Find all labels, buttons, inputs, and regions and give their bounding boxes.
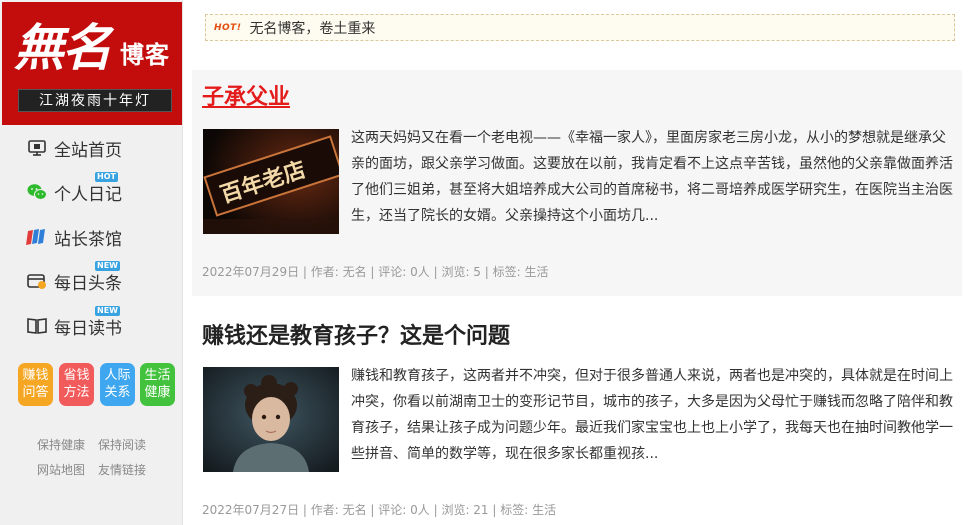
new-badge: NEW (95, 261, 120, 271)
category-save-money[interactable]: 省钱 方法 (59, 363, 94, 406)
books-icon (26, 226, 48, 248)
link-friend-links[interactable]: 友情链接 (98, 461, 146, 478)
article-thumbnail[interactable]: 百年老店 (203, 129, 339, 234)
hot-badge: HOT (95, 172, 118, 182)
link-stay-healthy[interactable]: 保持健康 (37, 436, 85, 453)
article-title[interactable]: 子承父业 (202, 79, 290, 111)
nav-item-teahouse[interactable]: 站长茶馆 (26, 223, 122, 251)
nav-item-diary[interactable]: 个人日记 HOT (26, 172, 122, 206)
nav-item-label: 站长茶馆 (54, 229, 122, 250)
article-excerpt: 这两天妈妈又在看一个老电视——《幸福一家人》，里面房家老三房小龙，从小的梦想就是… (351, 130, 953, 224)
nav-item-home[interactable]: 全站首页 (26, 134, 122, 162)
card-icon (26, 270, 48, 292)
category-line2: 关系 (104, 385, 131, 400)
category-line1: 生活 (144, 368, 171, 383)
category-line2: 方法 (63, 385, 90, 400)
article-excerpt: 赚钱和教育孩子，这两者并不冲突，但对于很多普通人来说，两者也是冲突的，具体就是在… (351, 368, 953, 462)
monitor-icon (26, 137, 48, 159)
article-meta: 2022年07月27日 | 作者: 无名 | 评论: 0人 | 浏览: 21 |… (202, 503, 557, 517)
article-thumbnail[interactable] (203, 367, 339, 472)
category-buttons: 赚钱 问答 省钱 方法 人际 关系 生活 健康 (18, 363, 178, 407)
logo-slogan: 江湖夜雨十年灯 (18, 89, 172, 112)
link-sitemap[interactable]: 网站地图 (37, 461, 85, 478)
article-card: 子承父业 百年老店 这两天妈妈又在看一个老电视——《幸福一家人》，里面房家老三房… (192, 70, 962, 296)
hot-label-icon: HOT! (214, 22, 242, 33)
nav-item-headlines[interactable]: 每日头条 NEW (26, 261, 122, 295)
article-meta: 2022年07月29日 | 作者: 无名 | 评论: 0人 | 浏览: 5 | … (202, 265, 549, 279)
notice-bar: HOT! 无名博客，卷土重来 (205, 14, 955, 41)
nav-item-label: 每日头条 (54, 273, 122, 294)
category-relationships[interactable]: 人际 关系 (100, 363, 135, 406)
notice-text[interactable]: 无名博客，卷土重来 (249, 18, 375, 38)
link-keep-reading[interactable]: 保持阅读 (98, 436, 146, 453)
logo-main-text: 無名 (14, 18, 112, 77)
sidebar: 無名 博客 江湖夜雨十年灯 全站首页 个人日记 HOT 站长茶馆 每日头条 NE… (0, 0, 183, 525)
new-badge: NEW (95, 306, 120, 316)
site-logo[interactable]: 無名 博客 江湖夜雨十年灯 (2, 2, 182, 125)
category-line2: 健康 (144, 385, 171, 400)
category-line1: 省钱 (63, 368, 90, 383)
nav-item-label: 每日读书 (54, 318, 122, 339)
article-title[interactable]: 赚钱还是教育孩子？这是个问题 (202, 318, 510, 350)
nav-item-label: 全站首页 (54, 140, 122, 161)
category-line2: 问答 (22, 385, 49, 400)
category-earn-money[interactable]: 赚钱 问答 (18, 363, 53, 406)
category-line1: 赚钱 (22, 368, 49, 383)
logo-sub-text: 博客 (120, 40, 170, 69)
article-card: 赚钱还是教育孩子？这是个问题 赚钱和教育孩子，这两者并不冲突，但对于很多普通人来… (192, 298, 962, 525)
book-icon (26, 315, 48, 337)
nav-item-label: 个人日记 (54, 184, 122, 205)
wechat-icon (26, 181, 48, 203)
category-line1: 人际 (104, 368, 131, 383)
category-health[interactable]: 生活 健康 (140, 363, 175, 406)
nav-item-reading[interactable]: 每日读书 NEW (26, 306, 122, 340)
